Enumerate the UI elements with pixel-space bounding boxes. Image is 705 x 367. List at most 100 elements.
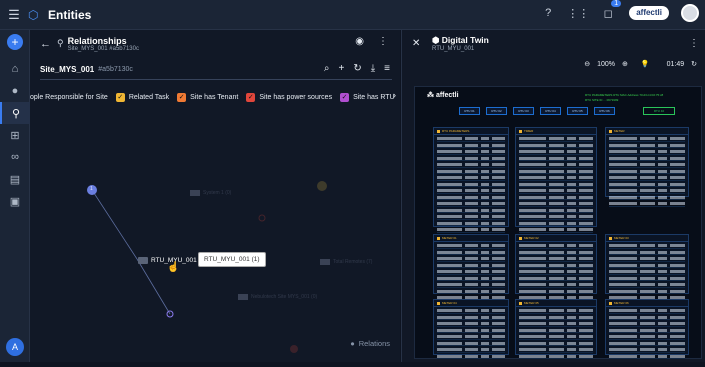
twin-panel-cell — [480, 143, 490, 147]
brand-logo[interactable]: affectli — [629, 6, 669, 20]
filter-related-task[interactable]: ✓ Related Task — [115, 92, 169, 102]
twin-panel-cell — [609, 309, 638, 312]
twin-panel-cell — [480, 270, 490, 273]
ghost-node-label: Total Remotes (7) — [333, 259, 373, 265]
twin-panel-cell — [657, 328, 668, 332]
rtu-button[interactable]: RTU 02 — [486, 107, 507, 115]
twin-panel-cell — [640, 156, 655, 160]
panel-marker-icon — [519, 129, 522, 133]
twin-panel-cell — [640, 328, 655, 332]
filter-site-has-power-sources[interactable]: ✓ Site has power sources — [246, 92, 332, 102]
twin-panel-title: METER 01 — [434, 235, 508, 242]
rtu-button[interactable]: RTU 05 — [567, 107, 588, 115]
menu-icon[interactable]: ☰ — [0, 0, 28, 30]
back-arrow-icon[interactable]: ← — [40, 38, 51, 50]
lightbulb-icon[interactable]: 💡 — [641, 60, 650, 68]
graph-node-faded[interactable] — [258, 214, 266, 222]
zoom-out-icon[interactable]: ⊖ — [584, 60, 590, 68]
close-icon[interactable]: ✕ — [412, 38, 420, 49]
chat-icon[interactable]: ● — [0, 80, 30, 102]
rtu-status-button[interactable]: RTU 40 — [643, 107, 675, 115]
node-badge-count: 1 — [90, 186, 93, 192]
link-icon[interactable]: ∞ — [0, 146, 30, 168]
twin-panel-cell — [670, 137, 685, 140]
rtu-button[interactable]: RTU 03 — [513, 107, 534, 115]
more-icon[interactable]: ⋮ — [378, 36, 388, 47]
filter-people-responsible[interactable]: ople Responsible for Site — [30, 94, 108, 101]
refresh-icon[interactable]: ↻ — [691, 60, 697, 68]
avatar[interactable] — [681, 4, 699, 22]
more-icon[interactable]: ⋮ — [689, 38, 699, 49]
twin-panel-cell — [566, 257, 576, 260]
rtu-button[interactable]: RTU 06 — [594, 107, 615, 115]
twin-panel-cell — [657, 348, 668, 351]
twin-toolbar: ⊖ 100% ⊕ 💡 01:49 ↻ — [584, 60, 697, 69]
twin-panel-cell — [578, 163, 593, 166]
chevron-right-icon[interactable]: › — [393, 90, 396, 100]
print-icon[interactable]: ▤ — [0, 168, 30, 190]
twin-dashboard[interactable]: ⁂ affectli RTU PARAMETERS RTU MAC Addres… — [414, 86, 702, 359]
twin-panel-row — [437, 315, 506, 320]
graph-node-faded[interactable] — [290, 345, 298, 353]
twin-panel-cell — [609, 169, 638, 173]
twin-panel-cell — [519, 221, 547, 225]
refresh-icon[interactable]: ↻ — [353, 63, 361, 74]
graph-canvas[interactable] — [30, 110, 400, 362]
twin-panel-cell — [492, 215, 506, 218]
twin-panel-cell — [578, 250, 593, 254]
hierarchy-icon[interactable]: ⊞ — [0, 124, 30, 146]
checkbox-checked-icon[interactable]: ✓ — [340, 92, 350, 102]
twin-panel-cell — [519, 315, 547, 319]
twin-panel-cell — [492, 315, 506, 319]
twin-panel-cell — [566, 189, 576, 192]
twin-panel-row — [609, 347, 685, 353]
twin-panel-row — [609, 182, 685, 187]
checkbox-checked-icon[interactable]: ✓ — [115, 92, 125, 102]
help-icon[interactable]: ? — [539, 4, 557, 22]
relations-icon[interactable]: ⚲ — [0, 102, 30, 124]
twin-panel-cell — [609, 289, 638, 293]
twin-panel-cell — [549, 276, 564, 280]
twin-panel-cell — [464, 309, 478, 312]
rtu-button[interactable]: RTU 01 — [459, 107, 480, 115]
zoom-in-icon[interactable]: ⊕ — [622, 60, 628, 68]
twin-panel-cell — [609, 270, 638, 273]
chat-icon[interactable]: ◉ — [355, 36, 364, 47]
filter-icon[interactable]: ≡ — [384, 63, 390, 74]
twin-panel-cell — [549, 189, 564, 192]
twin-panel-cell — [640, 354, 655, 358]
add-icon[interactable]: + — [7, 34, 23, 50]
filter-site-has-rtu[interactable]: ✓ Site has RTU — [340, 92, 395, 102]
apps-grid-icon[interactable]: ⋮⋮ — [567, 4, 589, 22]
twin-panel-cell — [549, 335, 564, 338]
twin-panel-cell — [640, 270, 655, 273]
twin-panel-cell — [437, 228, 462, 231]
twin-panel-row — [609, 263, 685, 268]
graph-node-faded[interactable] — [317, 181, 327, 191]
workspace-icon[interactable]: A — [6, 338, 24, 356]
add-icon[interactable]: + — [339, 63, 345, 74]
filter-site-has-tenant[interactable]: ✓ Site has Tenant — [177, 92, 238, 102]
twin-panel-cell — [492, 335, 506, 338]
gallery-icon[interactable]: ▣ — [0, 190, 30, 212]
checkbox-checked-icon[interactable]: ✓ — [177, 92, 187, 102]
twin-panel-cell — [549, 228, 564, 231]
twin-panel-cell — [670, 169, 685, 173]
twin-panel-row — [519, 328, 593, 333]
notification-icon[interactable]: ◻ 1 — [599, 0, 622, 22]
twin-panel-cell — [640, 257, 655, 260]
twin-panel-cell — [640, 163, 655, 166]
home-icon[interactable]: ⌂ — [0, 58, 30, 80]
twin-panel-cell — [492, 283, 506, 286]
search-icon[interactable]: ⌕ — [324, 63, 330, 74]
rtu-button[interactable]: RTU 04 — [540, 107, 561, 115]
twin-panel-row — [609, 276, 685, 281]
twin-panel-row — [519, 136, 593, 142]
twin-panel-cell — [464, 270, 478, 273]
panel-marker-icon — [609, 129, 612, 133]
checkbox-checked-icon[interactable]: ✓ — [246, 92, 256, 102]
download-icon[interactable]: ⤓ — [371, 63, 375, 74]
relationship-graph[interactable]: 1 System 1 (0) Total Remotes (7) Nebulot… — [30, 110, 400, 362]
twin-panel-cell — [566, 143, 576, 147]
twin-panel-cell — [578, 195, 593, 199]
